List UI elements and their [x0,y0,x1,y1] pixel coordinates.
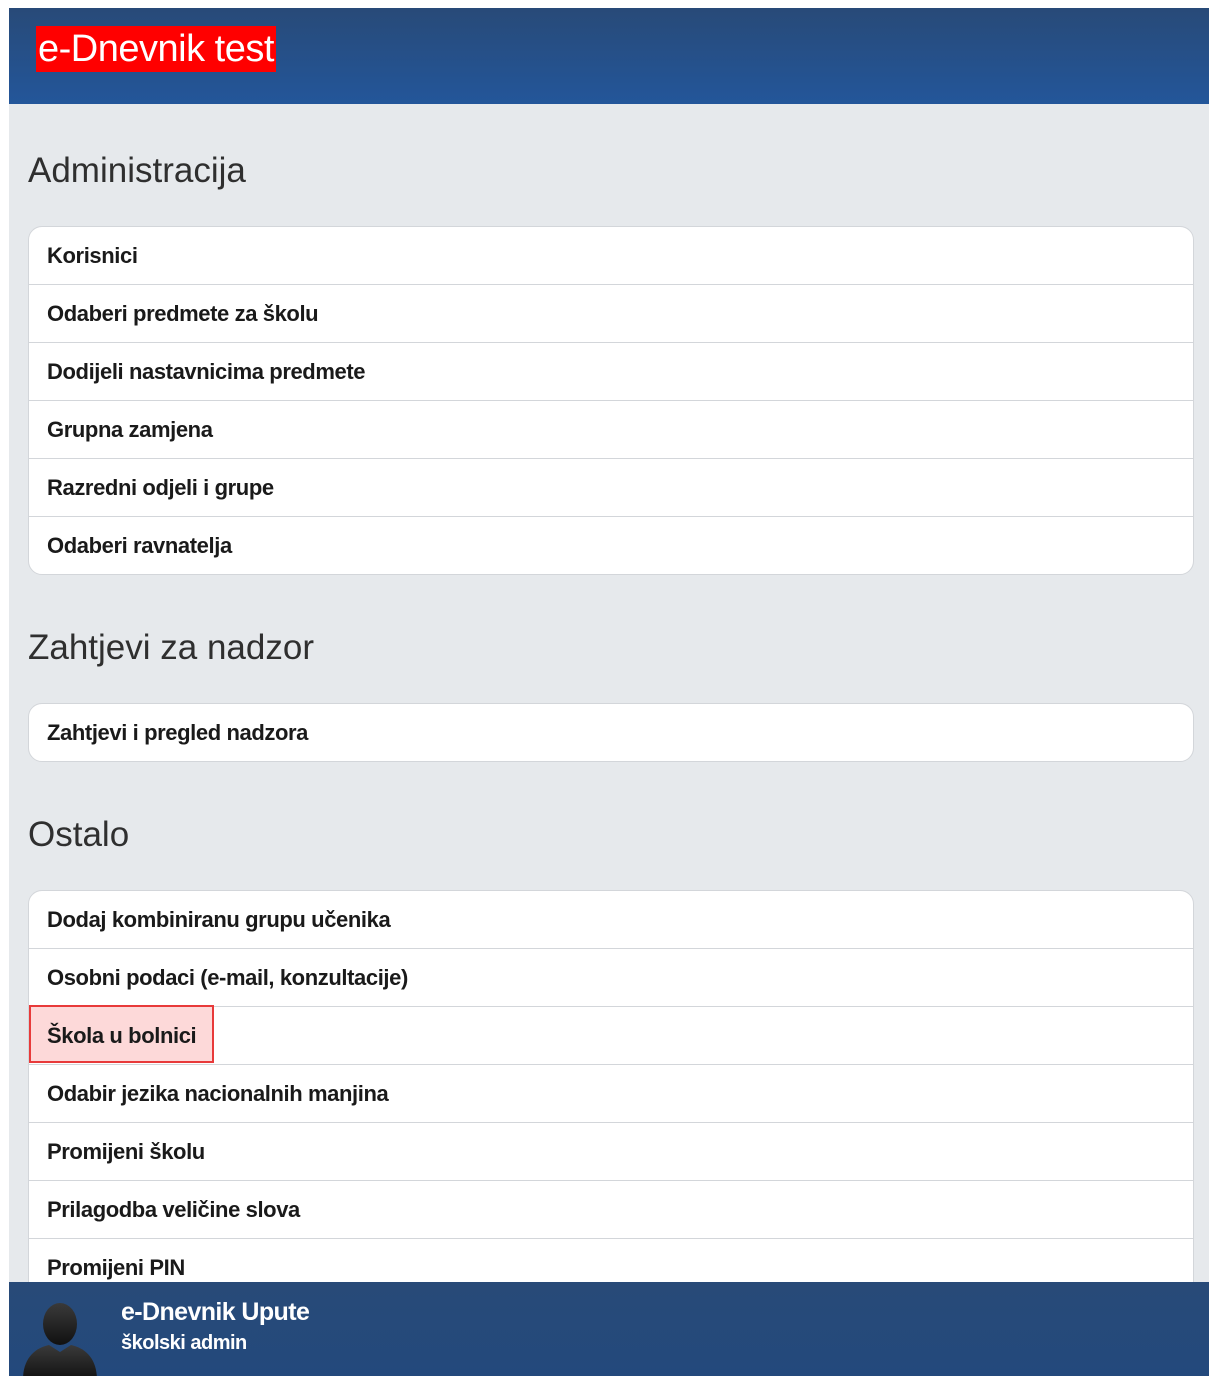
menu-item-osobni-podaci[interactable]: Osobni podaci (e-mail, konzultacije) [29,948,1193,1006]
menu-item-label: Grupna zamjena [47,417,213,442]
menu-item-label: Odabir jezika nacionalnih manjina [47,1081,389,1106]
menu-item-grupna-zamjena[interactable]: Grupna zamjena [29,400,1193,458]
menu-item-label: Zahtjevi i pregled nadzora [47,720,308,745]
footer-bar: e-Dnevnik Upute školski admin [9,1282,1209,1376]
app-window: e-Dnevnik test Administracija Korisnici … [9,8,1209,1376]
menu-item-label: Odaberi ravnatelja [47,533,232,558]
menu-item-label: Promijeni školu [47,1139,205,1164]
menu-item-odaberi-predmete[interactable]: Odaberi predmete za školu [29,284,1193,342]
section-heading-ostalo: Ostalo [28,815,130,854]
section-heading-administracija: Administracija [28,151,246,190]
menu-item-label: Promijeni PIN [47,1255,185,1280]
app-title[interactable]: e-Dnevnik test [36,26,276,72]
menu-item-label: Korisnici [47,243,138,268]
menu-item-razredni-odjeli[interactable]: Razredni odjeli i grupe [29,458,1193,516]
menu-item-promijeni-skolu[interactable]: Promijeni školu [29,1122,1193,1180]
user-silhouette-icon[interactable] [17,1300,103,1376]
menu-item-label: Razredni odjeli i grupe [47,475,274,500]
menu-item-label: Prilagodba veličine slova [47,1197,300,1222]
menu-item-kombinirana-grupa[interactable]: Dodaj kombiniranu grupu učenika [29,891,1193,948]
top-bar: e-Dnevnik test [9,8,1209,104]
menu-list-ostalo: Dodaj kombiniranu grupu učenika Osobni p… [28,890,1194,1297]
menu-item-jezik-manjina[interactable]: Odabir jezika nacionalnih manjina [29,1064,1193,1122]
main-content: Administracija Korisnici Odaberi predmet… [9,104,1209,1297]
menu-item-velicina-slova[interactable]: Prilagodba veličine slova [29,1180,1193,1238]
menu-item-dodijeli-predmete[interactable]: Dodijeli nastavnicima predmete [29,342,1193,400]
menu-item-label: Dodijeli nastavnicima predmete [47,359,366,384]
menu-item-label: Odaberi predmete za školu [47,301,319,326]
menu-item-label: Osobni podaci (e-mail, konzultacije) [47,965,408,990]
menu-item-skola-u-bolnici[interactable]: Škola u bolnici [29,1005,1193,1064]
footer-user-role: školski admin [121,1332,247,1354]
menu-list-nadzor: Zahtjevi i pregled nadzora [28,703,1194,762]
footer-user-name[interactable]: e-Dnevnik Upute [121,1298,310,1327]
menu-item-odaberi-ravnatelja[interactable]: Odaberi ravnatelja [29,516,1193,574]
section-heading-nadzor: Zahtjevi za nadzor [28,628,314,667]
menu-item-zahtjevi-nadzora[interactable]: Zahtjevi i pregled nadzora [29,704,1193,761]
menu-list-administracija: Korisnici Odaberi predmete za školu Dodi… [28,226,1194,575]
menu-item-korisnici[interactable]: Korisnici [29,227,1193,284]
menu-item-label: Dodaj kombiniranu grupu učenika [47,907,391,932]
menu-item-label: Škola u bolnici [47,1023,197,1048]
